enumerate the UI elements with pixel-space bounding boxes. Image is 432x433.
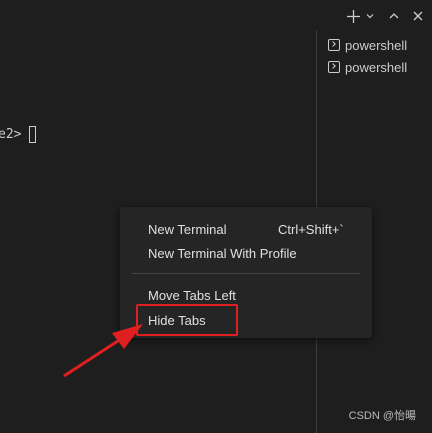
watermark: CSDN @怡暘	[348, 410, 416, 422]
annotation-arrow-icon	[63, 324, 143, 378]
